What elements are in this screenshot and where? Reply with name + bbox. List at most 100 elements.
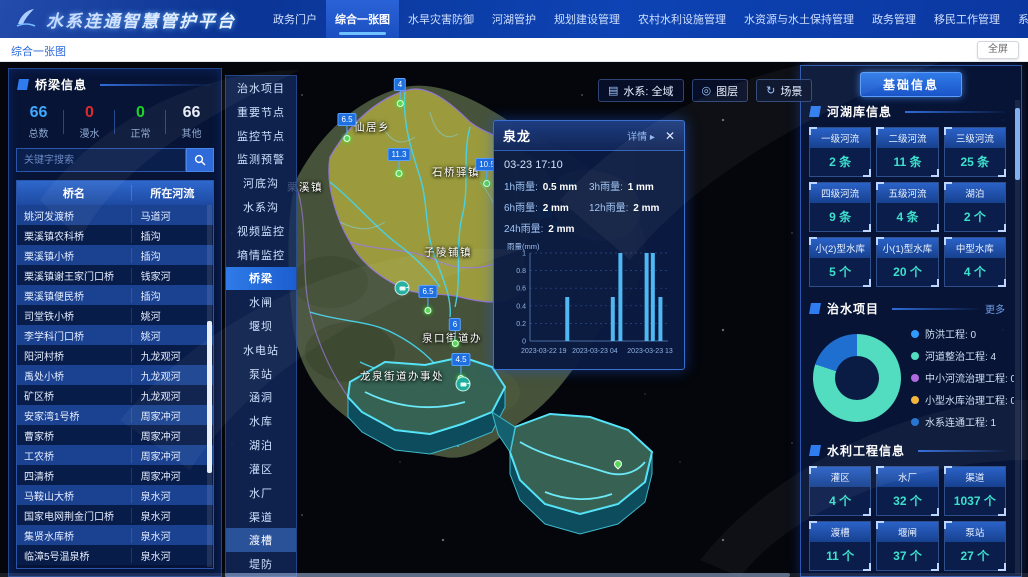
info-card: 中型水库4 个 xyxy=(944,237,1006,287)
table-row[interactable]: 栗溪镇农科桥插沟 xyxy=(17,225,213,245)
search-input[interactable] xyxy=(16,148,186,172)
app-logo-icon xyxy=(14,7,38,31)
nav-item[interactable]: 规划建设管理 xyxy=(545,0,629,38)
camera-icon[interactable] xyxy=(395,281,410,296)
nav-item[interactable]: 农村水利设施管理 xyxy=(629,0,735,38)
search-icon xyxy=(194,154,206,166)
layer-menu-item[interactable]: 水系沟 xyxy=(226,195,296,219)
svg-text:0.2: 0.2 xyxy=(516,321,526,328)
svg-text:2023-03-23 13: 2023-03-23 13 xyxy=(627,348,673,355)
table-row[interactable]: 栗溪镇小桥插沟 xyxy=(17,245,213,265)
layer-menu-item[interactable]: 渡槽 xyxy=(226,528,296,552)
layer-menu-item[interactable]: 河底沟 xyxy=(226,171,296,195)
layer-menu-item[interactable]: 监测预警 xyxy=(226,147,296,171)
layer-menu-item[interactable]: 湖泊 xyxy=(226,433,296,457)
section-line xyxy=(918,450,1005,452)
layer-menu-item[interactable]: 监控节点 xyxy=(226,124,296,148)
layer-menu-item[interactable]: 重要节点 xyxy=(226,100,296,124)
close-icon[interactable]: ✕ xyxy=(665,129,675,143)
engineering-cards: 灌区4 个水厂32 个渠道1037 个渡槽11 个堰闸37 个泵站27 个涵洞4… xyxy=(801,464,1014,576)
svg-text:0.4: 0.4 xyxy=(516,303,526,310)
info-card: 小(1)型水库20 个 xyxy=(876,237,938,287)
nav-item[interactable]: 河湖管护 xyxy=(483,0,545,38)
table-row[interactable]: 国家电网荆金门口桥泉水河 xyxy=(17,505,213,525)
right-panel-scrollbar[interactable] xyxy=(1015,100,1020,574)
layer-menu-item[interactable]: 墒情监控 xyxy=(226,243,296,267)
station-marker[interactable]: 6.5 xyxy=(337,113,356,142)
station-marker[interactable]: 4 xyxy=(394,78,406,107)
table-scrollbar[interactable] xyxy=(207,205,212,567)
table-row[interactable]: 禹处小桥九龙观河 xyxy=(17,365,213,385)
table-row[interactable]: 工农桥周家冲河 xyxy=(17,445,213,465)
station-marker[interactable]: 6 xyxy=(449,318,461,347)
layer-menu-item[interactable]: 堰坝 xyxy=(226,314,296,338)
layer-menu-item[interactable]: 渠道 xyxy=(226,505,296,529)
nav-item[interactable]: 综合一张图 xyxy=(326,0,399,38)
table-row[interactable]: 四清桥周家冲河 xyxy=(17,465,213,485)
table-row[interactable]: 马鞍山大桥泉水河 xyxy=(17,485,213,505)
section-line xyxy=(100,84,212,86)
table-row[interactable]: 李学科门口桥姚河 xyxy=(17,325,213,345)
table-row[interactable]: 矿区桥九龙观河 xyxy=(17,385,213,405)
svg-text:1: 1 xyxy=(522,251,526,258)
layer-menu-item[interactable]: 水厂 xyxy=(226,481,296,505)
layer-menu-item[interactable]: 泵站 xyxy=(226,362,296,386)
info-card: 堰闸37 个 xyxy=(876,521,938,571)
table-row[interactable]: 栗溪镇谢王家门口桥钱家河 xyxy=(17,265,213,285)
station-marker[interactable]: 6.5 xyxy=(418,285,437,314)
station-marker[interactable]: 11.3 xyxy=(388,148,411,177)
nav-item[interactable]: 政务管理 xyxy=(863,0,925,38)
rain-metric: 1h雨量: 0.5 mm xyxy=(504,178,589,193)
river-section-header: 河湖库信息 xyxy=(801,96,1014,125)
bridge-info-panel: 桥梁信息 66总数0漫水0正常66其他 桥名 所在河流 姚河发渡桥马道河栗溪镇农… xyxy=(8,68,222,577)
basic-info-body: 河湖库信息 一级河流2 条二级河流11 条三级河流25 条四级河流9 条五级河流… xyxy=(801,96,1014,576)
legend-item: 防洪工程: 0 xyxy=(911,326,1014,341)
table-row[interactable]: 栗溪镇便民桥插沟 xyxy=(17,285,213,305)
nav-item[interactable]: 移民工作管理 xyxy=(925,0,1009,38)
layer-menu-item[interactable]: 水电站 xyxy=(226,338,296,362)
layer-menu-item[interactable]: 水闸 xyxy=(226,290,296,314)
table-row[interactable]: 曹家桥周家冲河 xyxy=(17,425,213,445)
water-system-filter[interactable]: ▤水系: 全域 xyxy=(598,79,684,102)
table-row[interactable]: 姚河发渡桥马道河 xyxy=(17,205,213,225)
table-row[interactable]: 集贤水库桥泉水河 xyxy=(17,525,213,545)
bridge-table: 桥名 所在河流 姚河发渡桥马道河栗溪镇农科桥插沟栗溪镇小桥插沟栗溪镇谢王家门口桥… xyxy=(16,180,214,569)
nav-item[interactable]: 政务门户 xyxy=(264,0,326,38)
scene-button[interactable]: ↻场景 xyxy=(756,79,812,102)
river-cards: 一级河流2 条二级河流11 条三级河流25 条四级河流9 条五级河流4 条湖泊2… xyxy=(801,125,1014,293)
section-line xyxy=(892,308,978,310)
table-row[interactable]: 阳河村桥九龙观河 xyxy=(17,345,213,365)
search-button[interactable] xyxy=(186,148,214,172)
nav-item[interactable]: 系统管理 xyxy=(1009,0,1028,38)
top-navbar: 水系连通智慧管护平台 政务门户综合一张图水旱灾害防御河湖管护规划建设管理农村水利… xyxy=(0,0,1028,38)
nav-item[interactable]: 水资源与水土保持管理 xyxy=(735,0,863,38)
layer-menu-item[interactable]: 灌区 xyxy=(226,457,296,481)
layer-menu: 治水项目重要节点监控节点监测预警河底沟水系沟视频监控墒情监控桥梁水闸堰坝水电站泵… xyxy=(225,75,297,577)
table-row[interactable]: 安家湾1号桥周家冲河 xyxy=(17,405,213,425)
projects-donut-chart xyxy=(813,334,901,422)
layer-menu-item[interactable]: 水库 xyxy=(226,409,296,433)
nav-item[interactable]: 水旱灾害防御 xyxy=(399,0,483,38)
table-row[interactable]: 临漳5号温泉桥泉水河 xyxy=(17,545,213,565)
horizontal-scrollbar[interactable] xyxy=(0,573,1028,577)
nav-menu: 政务门户综合一张图水旱灾害防御河湖管护规划建设管理农村水利设施管理水资源与水土保… xyxy=(264,0,1028,38)
legend-dot-icon xyxy=(911,418,919,426)
layer-menu-item[interactable]: 视频监控 xyxy=(226,219,296,243)
layer-menu-item[interactable]: 治水项目 xyxy=(226,76,296,100)
layer-menu-item[interactable]: 桥梁 xyxy=(226,267,296,291)
layers-button[interactable]: ◎图层 xyxy=(692,79,749,102)
fullscreen-button[interactable]: 全屏 xyxy=(977,41,1019,59)
section-accent-icon xyxy=(809,445,821,456)
legend-dot-icon xyxy=(911,374,919,382)
popup-details-link[interactable]: 详情 ▸ xyxy=(627,128,655,143)
info-card: 二级河流11 条 xyxy=(876,127,938,177)
rain-metric: 6h雨量: 2 mm xyxy=(504,199,589,214)
bridge-stats: 66总数0漫水0正常66其他 xyxy=(9,98,221,148)
svg-text:2023-03-22 19: 2023-03-22 19 xyxy=(521,348,567,355)
layer-menu-item[interactable]: 涵洞 xyxy=(226,386,296,410)
tab-basic-info[interactable]: 基础信息 xyxy=(860,72,962,97)
camera-icon[interactable] xyxy=(456,377,471,392)
more-link[interactable]: 更多 xyxy=(985,301,1005,316)
app-title: 水系连通智慧管护平台 xyxy=(46,7,236,32)
table-row[interactable]: 司堂铁小桥姚河 xyxy=(17,305,213,325)
